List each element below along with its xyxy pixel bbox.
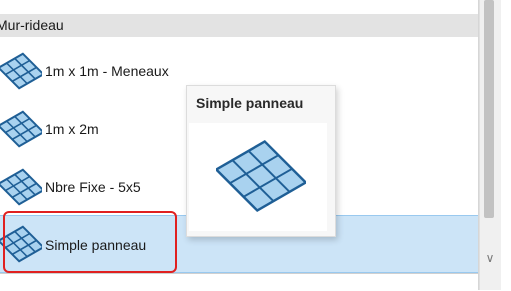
curtain-wall-grid-icon xyxy=(0,223,45,265)
curtain-wall-grid-icon xyxy=(216,139,306,213)
list-item-label: 1m x 2m xyxy=(45,121,99,137)
list-item-label: Nbre Fixe - 5x5 xyxy=(45,179,141,195)
curtain-wall-grid-icon xyxy=(0,166,45,208)
type-preview-tooltip: Simple panneau xyxy=(186,85,336,237)
scroll-down-arrow-icon[interactable]: ∨ xyxy=(480,248,500,268)
list-footer-strip xyxy=(0,273,478,291)
curtain-wall-grid-icon xyxy=(0,50,45,92)
window-edge xyxy=(501,0,511,290)
curtain-wall-grid-icon xyxy=(0,108,45,150)
list-item-label: Simple panneau xyxy=(45,237,147,253)
tooltip-title: Simple panneau xyxy=(196,95,304,111)
group-header: Mur-rideau xyxy=(0,14,478,37)
list-item-label: 1m x 1m - Meneaux xyxy=(45,63,169,79)
tooltip-preview xyxy=(189,123,327,231)
scrollbar-thumb[interactable] xyxy=(484,0,494,218)
